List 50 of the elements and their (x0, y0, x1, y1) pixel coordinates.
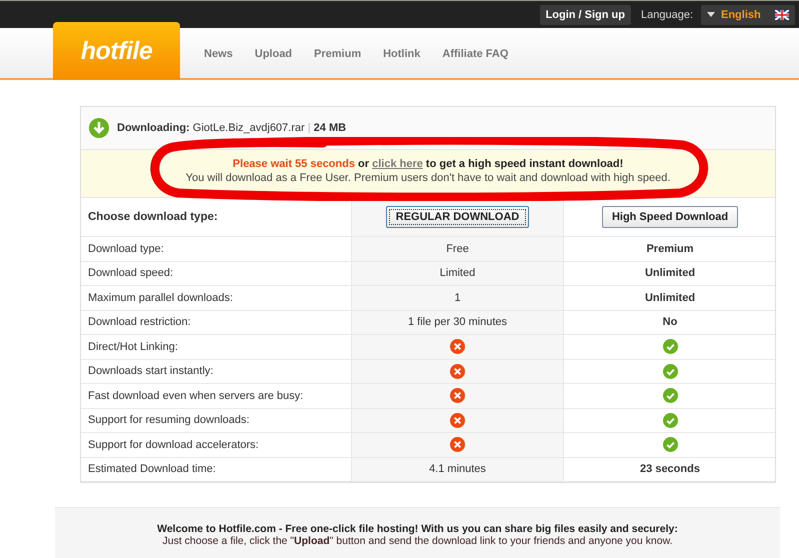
login-link[interactable]: Login / Sign up (540, 4, 631, 24)
caret-icon (707, 12, 715, 17)
table-cell: Premium (646, 242, 694, 255)
feature-label: Maximum parallel downloads: (88, 292, 233, 304)
feature-label: Support for download accelerators: (88, 438, 259, 451)
feature-label: Direct/Hot Linking: (88, 340, 178, 353)
check-icon (662, 412, 678, 428)
table-cell: Unlimited (644, 292, 696, 304)
download-button[interactable]: High Speed Download (602, 206, 738, 228)
nav-link[interactable]: Upload (254, 48, 292, 60)
feature-label: Support for resuming downloads: (88, 414, 250, 426)
table-cell: Limited (440, 267, 476, 280)
check-icon (662, 388, 678, 404)
table-cell: 4.1 minutes (429, 463, 486, 476)
download-button[interactable]: REGULAR DOWNLOAD (386, 206, 530, 228)
table-cell: Unlimited (644, 267, 696, 280)
feature-label: Fast download even when servers are busy: (88, 390, 304, 402)
cross-icon (450, 388, 465, 404)
check-icon (662, 339, 678, 354)
table-cell: 1 (454, 292, 461, 304)
nav-link[interactable]: Hotlink (383, 48, 420, 60)
feature-label: Download type: (88, 242, 164, 255)
cross-icon (450, 339, 465, 354)
table-cell: 23 seconds (640, 463, 700, 476)
nav-link[interactable]: Affiliate FAQ (442, 48, 508, 60)
table-cell: No (662, 316, 678, 328)
check-icon (662, 437, 678, 452)
download-icon (89, 118, 109, 138)
feature-label: Downloads start instantly: (88, 365, 214, 378)
feature-label: Download speed: (88, 267, 174, 280)
check-icon (662, 364, 678, 379)
flag-icon (775, 10, 789, 20)
cross-icon (450, 364, 465, 379)
feature-label: Estimated Download time: (88, 463, 216, 476)
click-here-link[interactable]: click here (372, 158, 423, 170)
language-label: Language: (641, 8, 693, 20)
footer-text: Just choose a file, click the "Upload" button and send the download link to your friends and anyone you know. (161, 535, 674, 547)
cross-icon (450, 437, 465, 452)
choose-label: Choose download type: (88, 211, 218, 223)
table-cell: 1 file per 30 minutes (408, 316, 508, 328)
nav-link[interactable]: Premium (314, 48, 362, 60)
feature-label: Download restriction: (88, 316, 191, 328)
footer-title: Welcome to Hotfile.com - Free one-click file hosting! With us you can share big files easily and securely: (156, 523, 679, 535)
table-cell: Free (446, 242, 469, 255)
language-select[interactable]: English (701, 4, 795, 24)
wait-message: Please wait 55 seconds or click here to get a high speed instant download! (232, 158, 624, 170)
download-info: Downloading: GiotLe.Biz_avdj607.rar | 24 MB (117, 122, 346, 134)
cross-icon (450, 412, 465, 428)
nav-link[interactable]: News (204, 48, 233, 60)
notice-text: You will download as a Free User. Premium users don't have to wait and download with high speed. (184, 172, 672, 184)
